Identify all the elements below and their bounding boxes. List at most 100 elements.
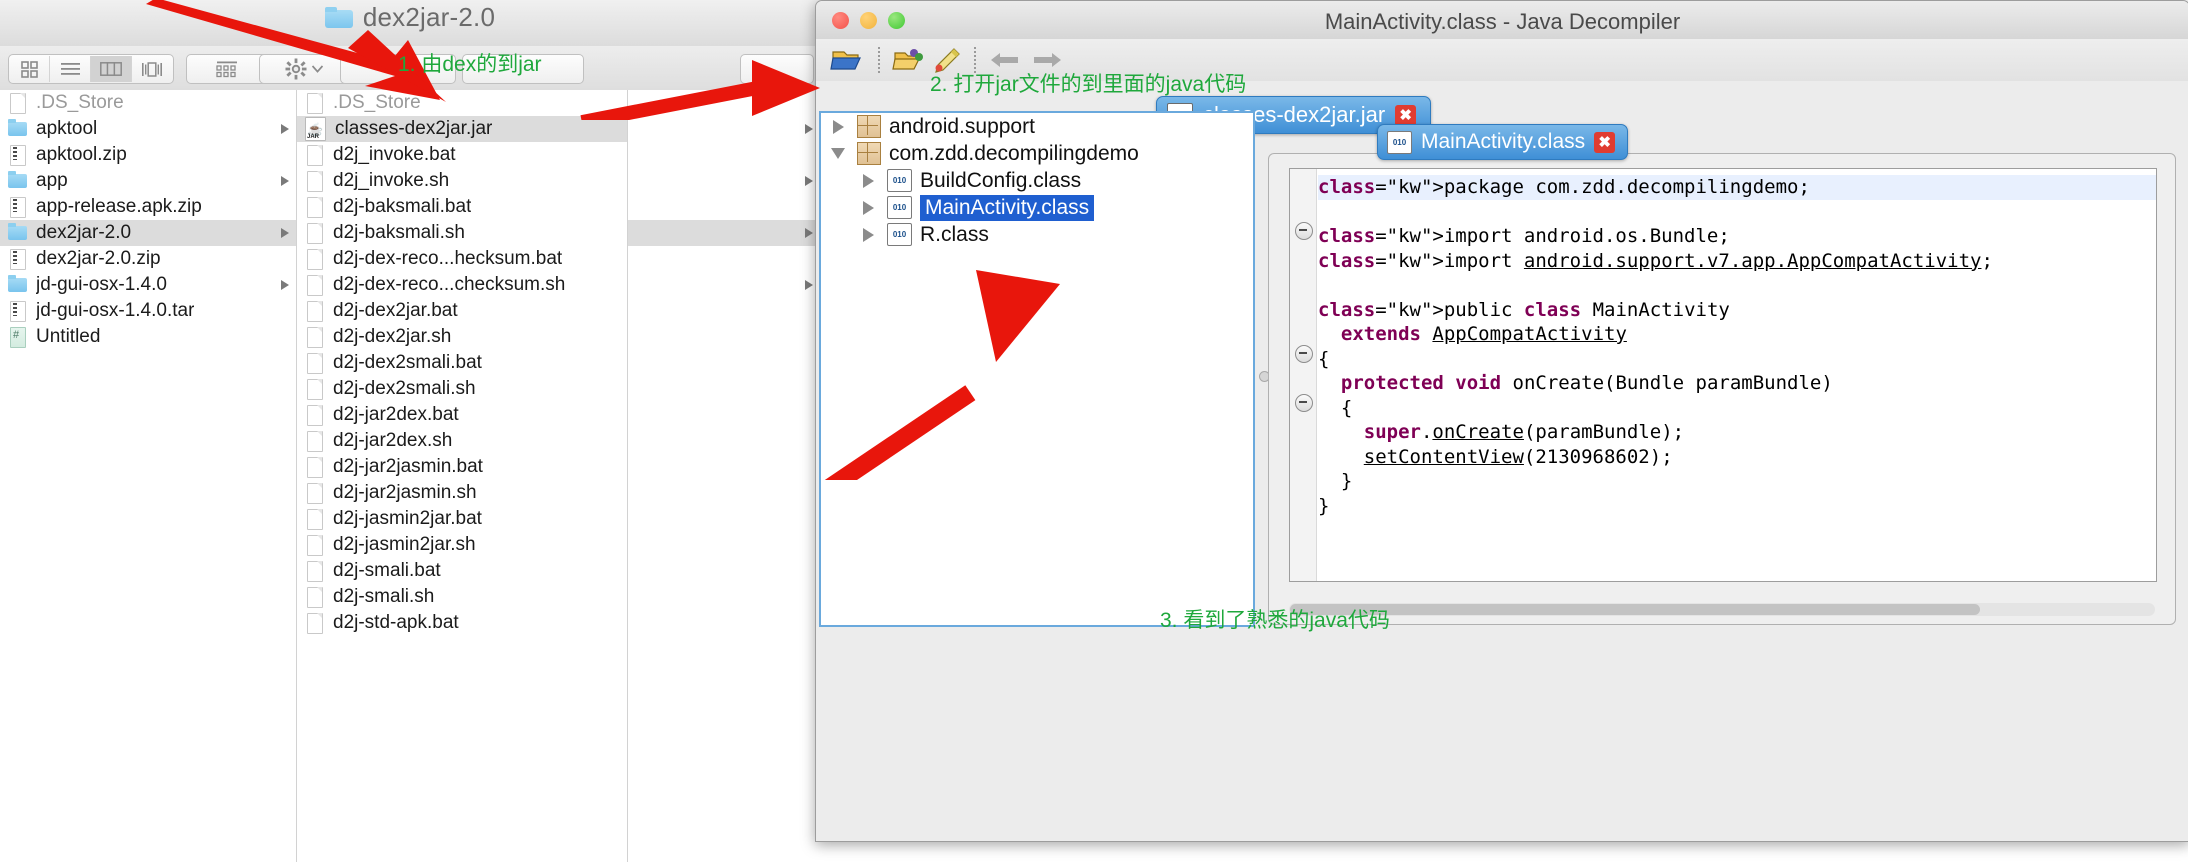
toolbar-slot-search[interactable] [740,54,814,84]
finder-row[interactable] [628,220,820,246]
finder-row[interactable]: jd-gui-osx-1.4.0.tar [0,298,296,324]
arrange-icon[interactable] [186,54,268,84]
finder-row[interactable] [628,246,820,272]
finder-column-1[interactable]: .DS_Store apktool apktool.zip app app-releas… [0,90,297,862]
code-line: } [1318,494,1330,517]
finder-row-label: jd-gui-osx-1.4.0 [36,274,167,295]
finder-row[interactable]: d2j-smali.bat [297,558,627,584]
finder-column-2[interactable]: .DS_Store ☕ JAR classes-dex2jar.jar d2j_invo… [297,90,628,862]
chevron-right-icon[interactable] [827,119,849,134]
finder-row[interactable]: apktool [0,116,296,142]
finder-row[interactable]: d2j-dex2smali.sh [297,376,627,402]
fold-marker-class[interactable] [1295,345,1313,363]
disclosure-triangle-icon[interactable] [281,280,289,290]
finder-row[interactable]: Untitled [0,324,296,350]
finder-row[interactable] [628,142,820,168]
finder-row[interactable]: .DS_Store [0,90,296,116]
finder-row[interactable] [628,90,820,116]
finder-row-label: d2j_invoke.bat [333,144,456,165]
open-type-icon[interactable] [892,45,926,75]
finder-row[interactable] [628,272,820,298]
finder-row[interactable]: d2j-dex2smali.bat [297,350,627,376]
disclosure-triangle-icon[interactable] [805,280,813,290]
finder-row[interactable]: ☕ JAR classes-dex2jar.jar [297,116,627,142]
code-tab[interactable]: 010 MainActivity.class ✖ [1377,124,1629,160]
finder-row[interactable]: d2j-jar2dex.bat [297,402,627,428]
finder-row[interactable]: d2j-jasmin2jar.bat [297,506,627,532]
column-view-icon[interactable] [91,56,132,82]
chevron-down-icon[interactable] [827,148,849,159]
finder-row-label: jd-gui-osx-1.4.0.tar [36,300,195,321]
document-icon [305,326,324,348]
chevron-right-icon[interactable] [857,200,879,215]
view-mode-segmented-control[interactable] [8,54,174,84]
disclosure-triangle-icon[interactable] [281,176,289,186]
document-icon [305,508,324,530]
disclosure-triangle-icon[interactable] [805,124,813,134]
finder-title-wrap: dex2jar-2.0 [0,2,820,33]
finder-row[interactable]: apktool.zip [0,142,296,168]
finder-row-label: d2j-jar2jasmin.sh [333,482,477,503]
finder-row[interactable]: dex2jar-2.0.zip [0,246,296,272]
finder-row[interactable] [628,168,820,194]
code-text: class="kw">package com.zdd.decompilingde… [1318,175,2156,518]
finder-row[interactable]: jd-gui-osx-1.4.0 [0,272,296,298]
disclosure-triangle-icon[interactable] [805,176,813,186]
finder-row[interactable]: d2j-dex2jar.sh [297,324,627,350]
chevron-right-icon[interactable] [857,173,879,188]
tree-node[interactable]: 010 R.class [821,221,1253,248]
finder-row[interactable]: d2j-baksmali.bat [297,194,627,220]
tree-node[interactable]: com.zdd.decompilingdemo [821,140,1253,167]
close-icon[interactable]: ✖ [1594,131,1616,153]
action-menu-button[interactable] [259,54,349,84]
fold-marker-method[interactable] [1295,394,1313,412]
finder-row[interactable]: app-release.apk.zip [0,194,296,220]
jd-titlebar: MainActivity.class - Java Decompiler [816,1,2188,40]
tree-node[interactable]: 010 BuildConfig.class [821,167,1253,194]
document-icon [305,144,324,166]
finder-row[interactable]: d2j-smali.sh [297,584,627,610]
finder-row[interactable] [628,116,820,142]
tree-node[interactable]: android.support [821,113,1253,140]
finder-row[interactable]: d2j_invoke.sh [297,168,627,194]
finder-row-label: classes-dex2jar.jar [335,118,493,139]
disclosure-triangle-icon[interactable] [281,228,289,238]
fold-marker-import[interactable] [1295,222,1313,240]
finder-row[interactable] [628,194,820,220]
chevron-right-icon[interactable] [857,227,879,242]
finder-row[interactable]: d2j-jar2jasmin.bat [297,454,627,480]
finder-row[interactable]: .DS_Store [297,90,627,116]
finder-row[interactable]: d2j-jar2dex.sh [297,428,627,454]
code-editor[interactable]: class="kw">package com.zdd.decompilingde… [1289,168,2157,582]
finder-row[interactable]: d2j-std-apk.bat [297,610,627,636]
finder-row[interactable]: d2j-dex2jar.bat [297,298,627,324]
finder-row[interactable]: dex2jar-2.0 [0,220,296,246]
disclosure-triangle-icon[interactable] [281,124,289,134]
horizontal-scrollbar[interactable] [1289,603,2155,616]
finder-row[interactable]: d2j_invoke.bat [297,142,627,168]
package-tree-panel[interactable]: android.support com.zdd.decompilingdemo 01… [819,111,1255,627]
finder-row[interactable]: app [0,168,296,194]
finder-row[interactable]: d2j-dex-reco...hecksum.bat [297,246,627,272]
coverflow-view-icon[interactable] [132,56,172,82]
list-view-icon[interactable] [50,56,91,82]
code-line: { [1318,396,1353,419]
toolbar-separator-1 [878,47,881,73]
tree-node-label: R.class [920,222,989,246]
tree-node[interactable]: 010 MainActivity.class [821,194,1253,221]
finder-row[interactable]: d2j-dex-reco...checksum.sh [297,272,627,298]
chevron-down-icon [312,65,323,73]
disclosure-triangle-icon[interactable] [805,228,813,238]
open-folder-icon[interactable] [830,45,864,75]
close-icon[interactable]: ✖ [1395,104,1417,126]
finder-row[interactable]: d2j-jar2jasmin.sh [297,480,627,506]
finder-row-label: d2j-jasmin2jar.bat [333,508,482,529]
finder-row[interactable]: d2j-jasmin2jar.sh [297,532,627,558]
code-line: { [1318,347,1330,370]
grid-view-icon[interactable] [9,56,50,82]
finder-row-label: dex2jar-2.0 [36,222,132,243]
finder-row[interactable]: d2j-baksmali.sh [297,220,627,246]
finder-column-3[interactable] [628,90,820,862]
